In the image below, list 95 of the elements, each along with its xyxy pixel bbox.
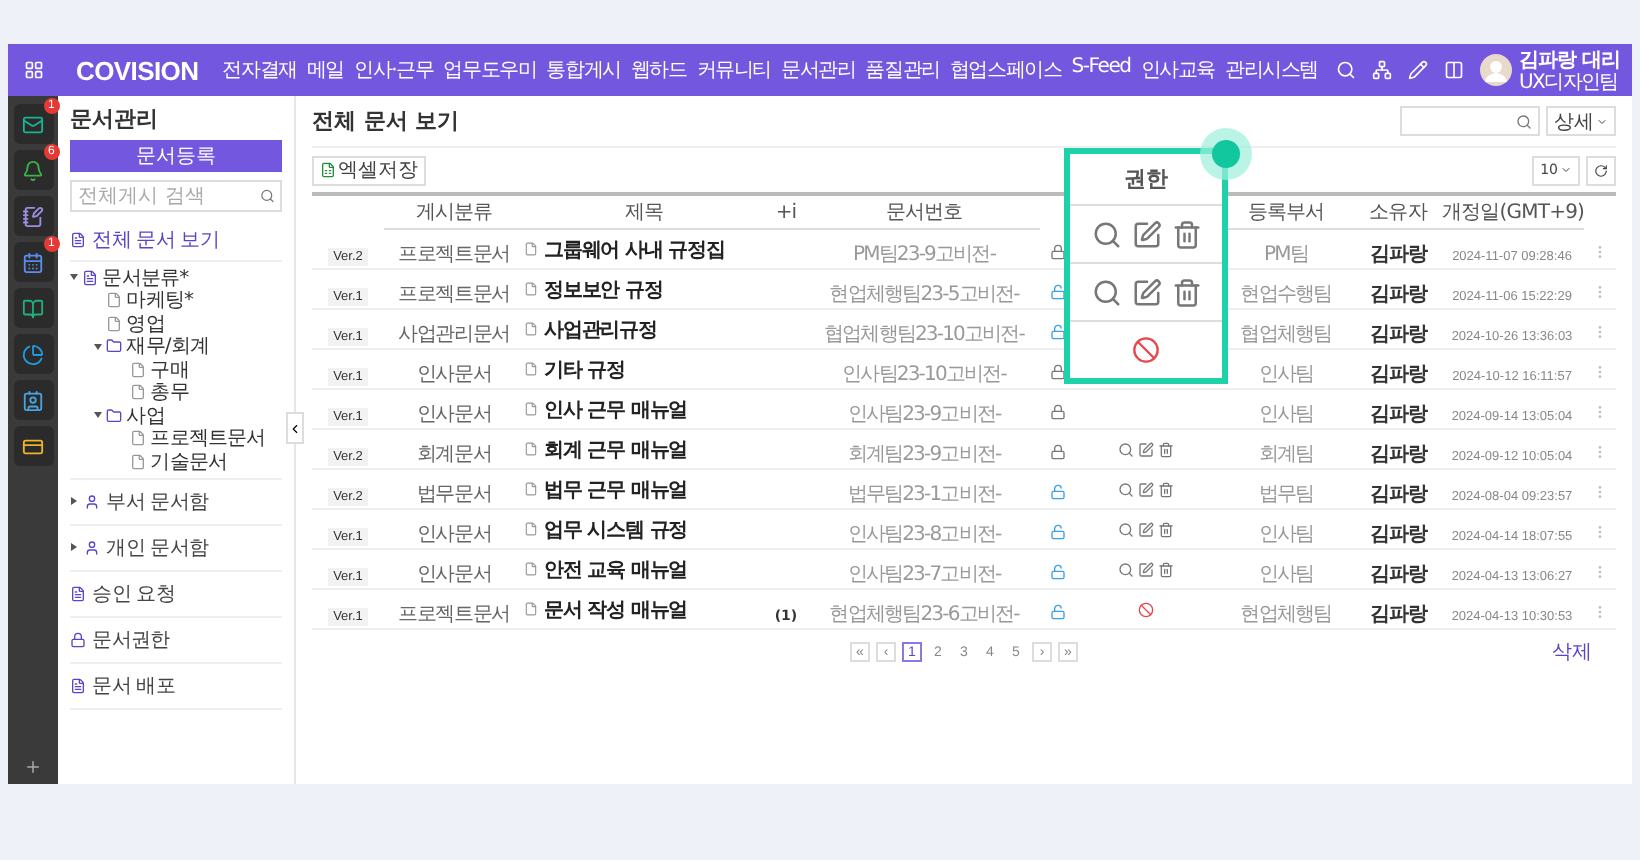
sidebar-item[interactable]: 승인 요청 xyxy=(92,579,175,607)
nav-item[interactable]: 협업스페이스 xyxy=(949,56,1062,84)
department-text: 현업수행팀 xyxy=(1240,284,1332,306)
sidebar-item[interactable]: 문서 배포 xyxy=(92,671,175,699)
document-title[interactable]: 그룹웨어 사내 규정집 xyxy=(544,235,725,263)
detail-button[interactable]: 상세 xyxy=(1546,106,1616,136)
page-title: 전체 문서 보기 xyxy=(312,106,462,136)
document-number: 현업체행팀23-6고비전- xyxy=(829,604,1019,626)
sidebar-item[interactable]: 부서 문서함 xyxy=(106,487,209,515)
owner-name: 김파랑 xyxy=(1369,484,1427,506)
department-text: 회계팀 xyxy=(1258,444,1314,466)
nav-item[interactable]: 업무도우미 xyxy=(443,56,537,84)
nav-item[interactable]: 전자결재 xyxy=(222,56,297,84)
nav-item[interactable]: 통합게시 xyxy=(546,56,621,84)
excel-button[interactable]: 엑셀저장 xyxy=(312,155,426,185)
column-header: +i xyxy=(775,201,797,223)
user-team: UX디자인팀 xyxy=(1519,74,1620,94)
owner-name: 김파랑 xyxy=(1369,404,1427,426)
logo[interactable]: COVISION xyxy=(76,55,199,85)
tree-item[interactable]: 재무/회계 xyxy=(126,332,210,361)
column-header: 제목 xyxy=(624,202,664,224)
tree-item[interactable]: 프로젝트문서 xyxy=(150,424,266,453)
category-text: 법무문서 xyxy=(416,484,492,506)
document-title[interactable]: 법무 근무 매뉴얼 xyxy=(544,475,688,503)
tree-item[interactable]: 기술문서 xyxy=(150,447,228,476)
tree-item[interactable]: 영업 xyxy=(126,309,165,338)
search-field[interactable]: 전체게시 검색 xyxy=(70,180,282,212)
column-header: 등록부서 xyxy=(1247,202,1325,224)
category-text: 프로젝트문서 xyxy=(398,284,510,306)
category-text: 프로젝트문서 xyxy=(398,604,510,626)
document-number: 회계팀23-9고비전- xyxy=(847,444,1001,466)
nav-item[interactable]: 품질관리 xyxy=(865,56,940,84)
nav-item[interactable]: 문서관리 xyxy=(781,56,856,84)
owner-name: 김파랑 xyxy=(1369,604,1427,626)
sidebar-item[interactable]: 개인 문서함 xyxy=(106,533,209,561)
document-title[interactable]: 회계 근무 매뉴얼 xyxy=(544,435,688,463)
tree-item[interactable]: 문서분류* xyxy=(102,263,189,292)
tree-item[interactable]: 사업 xyxy=(126,401,165,430)
document-title[interactable]: 기타 규정 xyxy=(544,355,625,383)
owner-name: 김파랑 xyxy=(1369,284,1427,306)
owner-name: 김파랑 xyxy=(1369,564,1427,586)
category-text: 사업관리문서 xyxy=(398,324,510,346)
document-number: 인사팀23-7고비전- xyxy=(847,564,1001,586)
department-text: 인사팀 xyxy=(1258,564,1314,586)
nav-item[interactable]: 커뮤니티 xyxy=(696,56,771,84)
sidebar-item[interactable]: 전체 문서 보기 xyxy=(92,226,219,254)
delete-link[interactable]: 삭제 xyxy=(1552,638,1592,666)
column-header: 개정일(GMT+9) xyxy=(1442,202,1585,224)
category-text: 인사문서 xyxy=(416,404,492,426)
document-number: 현업체행팀23-5고비전- xyxy=(829,284,1019,306)
document-number: 법무팀23-1고비전- xyxy=(847,484,1001,506)
nav-item[interactable]: 인사교육 xyxy=(1140,56,1216,84)
sidebar-title: 문서관리 xyxy=(70,104,161,134)
document-number: 인사팀23-8고비전- xyxy=(847,524,1001,546)
department-text: 법무팀 xyxy=(1258,484,1314,506)
column-header: 게시분류 xyxy=(415,202,493,224)
category-text: 인사문서 xyxy=(416,364,492,386)
department-text: 협업체행팀 xyxy=(1240,324,1332,346)
document-title[interactable]: 문서 작성 매뉴얼 xyxy=(544,595,688,623)
tree-item[interactable]: 구매 xyxy=(150,355,189,384)
owner-name: 김파랑 xyxy=(1369,364,1427,386)
category-text: 인사문서 xyxy=(416,524,492,546)
owner-name: 김파랑 xyxy=(1369,524,1427,546)
user-name: 김파랑 대리 xyxy=(1519,48,1620,73)
category-text: 프로젝트문서 xyxy=(398,244,510,266)
nav-item[interactable]: S-Feed xyxy=(1071,56,1131,84)
owner-name: 김파랑 xyxy=(1369,444,1427,466)
document-title[interactable]: 안전 교육 매뉴얼 xyxy=(544,555,688,583)
tree-item[interactable]: 총무 xyxy=(150,378,189,407)
department-text: 현업체행팀 xyxy=(1240,604,1332,626)
department-text: 인사팀 xyxy=(1258,404,1314,426)
register-button[interactable]: 문서등록 xyxy=(70,140,282,172)
document-title[interactable]: 인사 근무 매뉴얼 xyxy=(544,395,688,423)
owner-name: 김파랑 xyxy=(1369,244,1427,266)
category-text: 인사문서 xyxy=(416,564,492,586)
column-header: 문서번호 xyxy=(885,202,963,224)
document-number: PM팀23-9고비전- xyxy=(852,244,996,266)
department-text: 인사팀 xyxy=(1258,364,1314,386)
nav-item[interactable]: 관리시스템 xyxy=(1225,56,1319,84)
department-text: PM팀 xyxy=(1264,244,1308,266)
column-header: 소유자 xyxy=(1369,202,1427,224)
document-number: 협업체행팀23-10고비전- xyxy=(823,324,1025,346)
category-text: 회계문서 xyxy=(416,444,492,466)
sidebar-item[interactable]: 문서권한 xyxy=(92,625,170,653)
department-text: 인사팀 xyxy=(1258,524,1314,546)
document-number: 인사팀23-10고비전- xyxy=(842,364,1006,386)
document-title[interactable]: 업무 시스템 규정 xyxy=(544,515,688,543)
document-title[interactable]: 정보보안 규정 xyxy=(544,275,663,303)
document-title[interactable]: 사업관리규정 xyxy=(544,315,657,343)
nav-item[interactable]: 웹하드 xyxy=(630,56,687,84)
nav-item[interactable]: 메일 xyxy=(306,56,344,84)
nav-item[interactable]: 인사·근무 xyxy=(353,56,434,84)
document-number: 인사팀23-9고비전- xyxy=(847,404,1001,426)
tree-item[interactable]: 마케팅* xyxy=(126,286,194,315)
owner-name: 김파랑 xyxy=(1369,324,1427,346)
